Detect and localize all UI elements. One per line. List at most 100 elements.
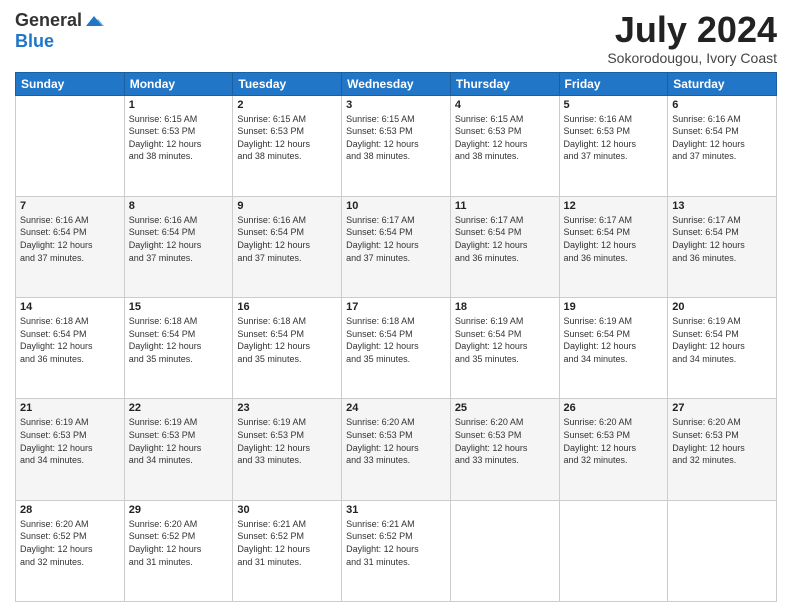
day-info: Sunrise: 6:16 AM Sunset: 6:53 PM Dayligh… [564, 113, 664, 163]
day-number: 30 [237, 504, 337, 516]
calendar-cell: 29Sunrise: 6:20 AM Sunset: 6:52 PM Dayli… [124, 500, 233, 601]
day-number: 10 [346, 200, 446, 212]
calendar-cell: 7Sunrise: 6:16 AM Sunset: 6:54 PM Daylig… [16, 196, 125, 297]
day-info: Sunrise: 6:20 AM Sunset: 6:53 PM Dayligh… [346, 416, 446, 466]
day-info: Sunrise: 6:15 AM Sunset: 6:53 PM Dayligh… [129, 113, 229, 163]
day-number: 8 [129, 200, 229, 212]
th-thursday: Thursday [450, 72, 559, 95]
day-number: 4 [455, 99, 555, 111]
day-info: Sunrise: 6:16 AM Sunset: 6:54 PM Dayligh… [237, 214, 337, 264]
weekday-row: Sunday Monday Tuesday Wednesday Thursday… [16, 72, 777, 95]
calendar-cell: 2Sunrise: 6:15 AM Sunset: 6:53 PM Daylig… [233, 95, 342, 196]
day-info: Sunrise: 6:17 AM Sunset: 6:54 PM Dayligh… [455, 214, 555, 264]
th-monday: Monday [124, 72, 233, 95]
title-block: July 2024 Sokorodougou, Ivory Coast [607, 10, 777, 66]
day-number: 17 [346, 301, 446, 313]
day-number: 25 [455, 402, 555, 414]
day-number: 21 [20, 402, 120, 414]
day-number: 7 [20, 200, 120, 212]
day-info: Sunrise: 6:19 AM Sunset: 6:54 PM Dayligh… [672, 315, 772, 365]
day-info: Sunrise: 6:21 AM Sunset: 6:52 PM Dayligh… [237, 518, 337, 568]
day-number: 18 [455, 301, 555, 313]
calendar-week-4: 21 Sunrise: 6:19 AM Sunset: 6:53 PM Dayli… [16, 399, 777, 500]
day-number: 20 [672, 301, 772, 313]
day-number: 22 [129, 402, 229, 414]
day-number: 19 [564, 301, 664, 313]
day-info: Sunrise: 6:15 AM Sunset: 6:53 PM Dayligh… [346, 113, 446, 163]
calendar-cell [450, 500, 559, 601]
calendar-cell: 6 Sunrise: 6:16 AM Sunset: 6:54 PM Daylig… [668, 95, 777, 196]
day-info: Sunrise: 6:17 AM Sunset: 6:54 PM Dayligh… [564, 214, 664, 264]
calendar-cell: 24Sunrise: 6:20 AM Sunset: 6:53 PM Dayli… [342, 399, 451, 500]
calendar-week-2: 7 Sunrise: 6:16 AM Sunset: 6:54 PM Daylig… [16, 196, 777, 297]
day-number: 14 [20, 301, 120, 313]
day-number: 28 [20, 504, 120, 516]
calendar-cell: 27 Sunrise: 6:20 AM Sunset: 6:53 PM Dayli… [668, 399, 777, 500]
th-friday: Friday [559, 72, 668, 95]
day-number: 16 [237, 301, 337, 313]
calendar-cell: 8 Sunrise: 6:16 AM Sunset: 6:54 PM Daylig… [124, 196, 233, 297]
logo-general-text: General [15, 10, 82, 31]
calendar-cell: 3 Sunrise: 6:15 AM Sunset: 6:53 PM Daylig… [342, 95, 451, 196]
calendar-cell: 18 Sunrise: 6:19 AM Sunset: 6:54 PM Dayli… [450, 298, 559, 399]
calendar-cell: 28Sunrise: 6:20 AM Sunset: 6:52 PM Dayli… [16, 500, 125, 601]
day-info: Sunrise: 6:20 AM Sunset: 6:53 PM Dayligh… [672, 416, 772, 466]
calendar-cell: 10 Sunrise: 6:17 AM Sunset: 6:54 PM Dayli… [342, 196, 451, 297]
calendar-cell: 22 Sunrise: 6:19 AM Sunset: 6:53 PM Dayli… [124, 399, 233, 500]
day-info: Sunrise: 6:19 AM Sunset: 6:53 PM Dayligh… [237, 416, 337, 466]
day-info: Sunrise: 6:19 AM Sunset: 6:53 PM Dayligh… [129, 416, 229, 466]
day-info: Sunrise: 6:21 AM Sunset: 6:52 PM Dayligh… [346, 518, 446, 568]
day-number: 13 [672, 200, 772, 212]
calendar-cell: 16 Sunrise: 6:18 AM Sunset: 6:54 PM Dayli… [233, 298, 342, 399]
day-number: 3 [346, 99, 446, 111]
page: General Blue July 2024 Sokorodougou, Ivo… [0, 0, 792, 612]
calendar-cell [559, 500, 668, 601]
calendar-week-5: 28Sunrise: 6:20 AM Sunset: 6:52 PM Dayli… [16, 500, 777, 601]
calendar-cell: 30 Sunrise: 6:21 AM Sunset: 6:52 PM Dayli… [233, 500, 342, 601]
day-info: Sunrise: 6:15 AM Sunset: 6:53 PM Dayligh… [237, 113, 337, 163]
location-subtitle: Sokorodougou, Ivory Coast [607, 50, 777, 66]
day-info: Sunrise: 6:18 AM Sunset: 6:54 PM Dayligh… [129, 315, 229, 365]
day-number: 6 [672, 99, 772, 111]
day-number: 1 [129, 99, 229, 111]
calendar-week-1: 1 Sunrise: 6:15 AM Sunset: 6:53 PM Daylig… [16, 95, 777, 196]
th-tuesday: Tuesday [233, 72, 342, 95]
day-info: Sunrise: 6:20 AM Sunset: 6:53 PM Dayligh… [564, 416, 664, 466]
day-number: 26 [564, 402, 664, 414]
calendar-cell: 12 Sunrise: 6:17 AM Sunset: 6:54 PM Dayli… [559, 196, 668, 297]
calendar-cell: 31 Sunrise: 6:21 AM Sunset: 6:52 PM Dayli… [342, 500, 451, 601]
day-info: Sunrise: 6:18 AM Sunset: 6:54 PM Dayligh… [20, 315, 120, 365]
day-number: 9 [237, 200, 337, 212]
th-saturday: Saturday [668, 72, 777, 95]
day-info: Sunrise: 6:18 AM Sunset: 6:54 PM Dayligh… [237, 315, 337, 365]
logo-icon [84, 12, 106, 30]
calendar-cell: 15 Sunrise: 6:18 AM Sunset: 6:54 PM Dayli… [124, 298, 233, 399]
calendar-cell: 23Sunrise: 6:19 AM Sunset: 6:53 PM Dayli… [233, 399, 342, 500]
calendar-week-3: 14 Sunrise: 6:18 AM Sunset: 6:54 PM Dayli… [16, 298, 777, 399]
th-wednesday: Wednesday [342, 72, 451, 95]
logo: General Blue [15, 10, 108, 52]
day-number: 15 [129, 301, 229, 313]
day-info: Sunrise: 6:19 AM Sunset: 6:54 PM Dayligh… [455, 315, 555, 365]
calendar-cell: 25Sunrise: 6:20 AM Sunset: 6:53 PM Dayli… [450, 399, 559, 500]
day-info: Sunrise: 6:17 AM Sunset: 6:54 PM Dayligh… [672, 214, 772, 264]
th-sunday: Sunday [16, 72, 125, 95]
day-info: Sunrise: 6:16 AM Sunset: 6:54 PM Dayligh… [129, 214, 229, 264]
day-number: 27 [672, 402, 772, 414]
calendar-body: 1 Sunrise: 6:15 AM Sunset: 6:53 PM Daylig… [16, 95, 777, 601]
calendar-table: Sunday Monday Tuesday Wednesday Thursday… [15, 72, 777, 602]
day-number: 29 [129, 504, 229, 516]
day-number: 31 [346, 504, 446, 516]
day-info: Sunrise: 6:17 AM Sunset: 6:54 PM Dayligh… [346, 214, 446, 264]
day-info: Sunrise: 6:16 AM Sunset: 6:54 PM Dayligh… [672, 113, 772, 163]
day-number: 11 [455, 200, 555, 212]
calendar-header: Sunday Monday Tuesday Wednesday Thursday… [16, 72, 777, 95]
header: General Blue July 2024 Sokorodougou, Ivo… [15, 10, 777, 66]
calendar-cell: 11 Sunrise: 6:17 AM Sunset: 6:54 PM Dayli… [450, 196, 559, 297]
day-number: 5 [564, 99, 664, 111]
calendar-cell: 4Sunrise: 6:15 AM Sunset: 6:53 PM Daylig… [450, 95, 559, 196]
calendar-cell [16, 95, 125, 196]
calendar-cell: 9 Sunrise: 6:16 AM Sunset: 6:54 PM Daylig… [233, 196, 342, 297]
day-number: 12 [564, 200, 664, 212]
calendar-cell: 21Sunrise: 6:19 AM Sunset: 6:53 PM Dayli… [16, 399, 125, 500]
